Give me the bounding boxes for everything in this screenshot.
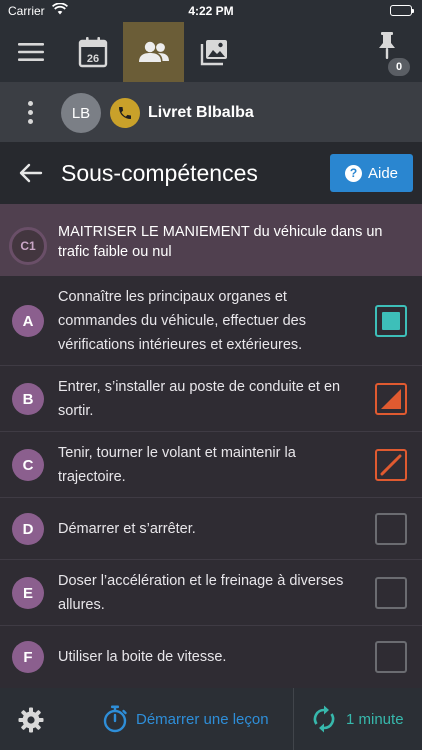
subskill-row-d: D Démarrer et s’arrêter. [0,498,422,560]
student-name: Livret Blbalba [148,104,254,121]
slash-icon [380,454,402,476]
page-title: Sous-compétences [61,160,258,186]
subskill-list: A Connaître les principaux organes et co… [0,276,422,688]
subskill-letter: C [12,449,44,481]
top-nav: 26 0 [0,22,422,82]
calendar-day: 26 [87,53,99,65]
images-icon [200,40,227,66]
sync-button[interactable]: 1 minute [312,704,404,734]
subskill-row-f: F Utiliser la boite de vitesse. [0,626,422,688]
subskill-row-c: C Tenir, tourner le volant et maintenir … [0,432,422,498]
subskill-row-b: B Entrer, s’installer au poste de condui… [0,366,422,432]
status-checkbox-empty[interactable] [375,577,407,609]
battery-icon [390,5,414,16]
competence-title: MAITRISER LE MANIEMENT du véhicule dans … [58,224,383,260]
subskill-label: Tenir, tourner le volant et maintenir la… [58,445,296,485]
bottom-bar: Démarrer une leçon 1 minute [0,688,422,750]
subskill-letter: B [12,383,44,415]
sync-icon [313,705,335,733]
pin-icon [379,32,395,59]
back-button[interactable] [16,158,46,188]
bottom-divider [293,688,294,750]
gear-icon [18,707,44,733]
subskill-letter: F [12,641,44,673]
students-tab[interactable] [123,22,184,82]
student-avatar[interactable]: LB [61,93,101,133]
arrow-left-icon [19,163,43,183]
status-checkbox-empty[interactable] [375,513,407,545]
question-circle-icon: ? [344,164,362,182]
sync-label: 1 minute [346,710,404,728]
status-checkbox-full[interactable] [375,305,407,337]
stopwatch-icon [103,705,127,733]
users-icon [138,41,169,62]
status-bar: Carrier 4:22 PM [0,0,422,22]
help-button[interactable]: ? Aide [330,154,413,192]
status-checkbox-half[interactable] [375,383,407,415]
start-lesson-button[interactable]: Démarrer une leçon [102,704,269,734]
subskill-label: Entrer, s’installer au poste de conduite… [58,379,341,419]
pinned-button[interactable]: 0 [368,22,416,82]
subskill-label: Démarrer et s’arrêter. [58,521,196,537]
clock: 4:22 PM [188,4,234,18]
app-screen: Carrier 4:22 PM 26 0 LB Livret Blbalba S… [0,0,422,750]
start-lesson-label: Démarrer une leçon [136,710,269,728]
settings-button[interactable] [16,705,46,735]
gallery-tab[interactable] [186,22,242,82]
calendar-icon: 26 [78,37,108,68]
status-checkbox-slash[interactable] [375,449,407,481]
status-checkbox-empty[interactable] [375,641,407,673]
more-options-icon[interactable] [18,96,42,128]
page-header: Sous-compétences ? Aide [0,142,422,204]
half-triangle-icon [381,389,401,409]
subskill-letter: E [12,577,44,609]
pinned-count-badge: 0 [388,58,410,76]
subskill-label: Doser l’accélération et le freinage à di… [58,573,344,613]
call-button[interactable] [110,98,140,128]
subskill-letter: A [12,305,44,337]
student-bar: LB Livret Blbalba [0,82,422,142]
subskill-label: Connaître les principaux organes et comm… [58,289,306,353]
menu-button[interactable] [6,22,56,82]
calendar-tab[interactable]: 26 [66,22,120,82]
help-button-label: Aide [367,164,399,182]
subskill-row-a: A Connaître les principaux organes et co… [0,276,422,366]
subskill-letter: D [12,513,44,545]
subskill-label: Utiliser la boite de vitesse. [58,649,227,665]
hamburger-icon [18,43,44,61]
competence-code-badge: C1 [9,227,47,265]
competence-header: C1 MAITRISER LE MANIEMENT du véhicule da… [0,204,422,276]
subskill-row-e: E Doser l’accélération et le freinage à … [0,560,422,626]
phone-icon [119,107,131,119]
